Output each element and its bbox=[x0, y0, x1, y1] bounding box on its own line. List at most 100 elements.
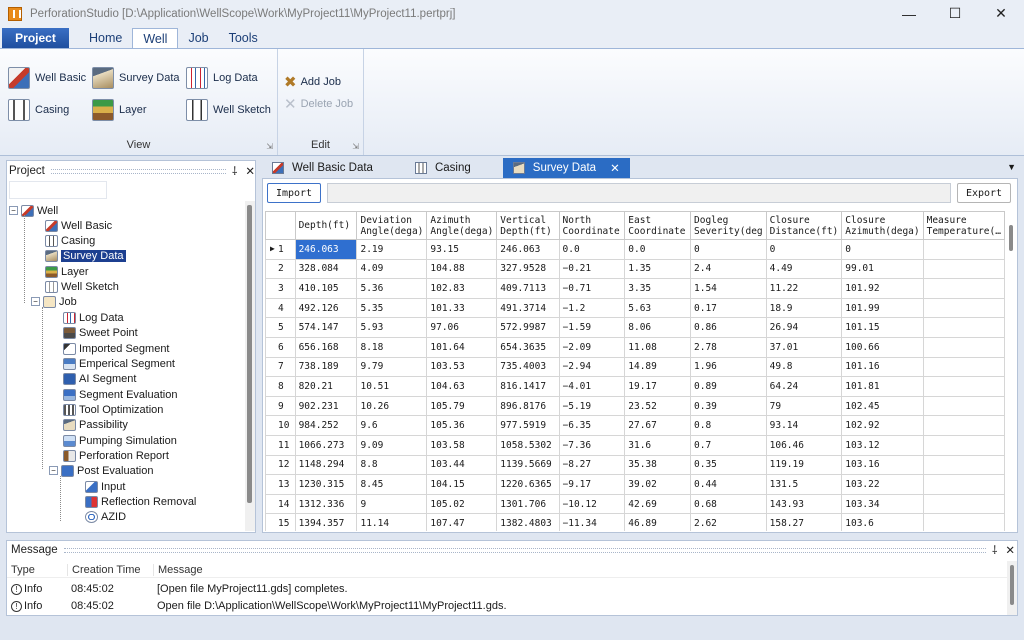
table-cell[interactable]: −1.59 bbox=[558, 317, 626, 338]
tree-node-ai-segment[interactable]: AI Segment bbox=[63, 371, 136, 386]
table-cell[interactable]: 10.51 bbox=[356, 376, 428, 397]
table-cell[interactable]: 102.45 bbox=[841, 395, 924, 417]
table-cell[interactable]: 102.83 bbox=[426, 278, 498, 299]
table-cell[interactable]: 9.09 bbox=[356, 434, 428, 456]
col-dogleg-severity[interactable]: Dogleg Severity(deg bbox=[690, 211, 767, 240]
close-button[interactable]: ✕ bbox=[978, 0, 1024, 27]
tab-well-basic-data[interactable]: Well Basic Data bbox=[262, 158, 383, 178]
message-scroll-thumb[interactable] bbox=[1010, 565, 1014, 605]
table-cell[interactable]: 0 bbox=[765, 239, 843, 260]
table-cell[interactable]: 1301.706 bbox=[496, 493, 560, 515]
table-cell[interactable]: 2.62 bbox=[690, 513, 767, 531]
col-measure-temperature[interactable]: Measure Temperature(… bbox=[922, 211, 1005, 240]
tree-node-pumping-simulation[interactable]: Pumping Simulation bbox=[63, 433, 177, 448]
import-button[interactable]: Import bbox=[267, 183, 321, 203]
message-row[interactable]: ! Info 08:45:02 [Open file MyProject11.g… bbox=[7, 581, 1007, 597]
export-button[interactable]: Export bbox=[957, 183, 1011, 203]
table-cell[interactable]: 896.8176 bbox=[496, 395, 560, 417]
tab-dropdown-icon[interactable]: ▼ bbox=[1007, 162, 1016, 172]
close-tab-icon[interactable]: ✕ bbox=[610, 161, 620, 175]
tree-node-input[interactable]: Input bbox=[85, 479, 125, 494]
tree-node-passibility[interactable]: Passibility bbox=[63, 417, 128, 432]
table-cell[interactable]: −1.2 bbox=[558, 297, 626, 319]
table-cell[interactable]: −4.01 bbox=[558, 376, 626, 397]
row-number[interactable]: 3 bbox=[265, 278, 296, 299]
table-cell[interactable]: 49.8 bbox=[765, 356, 843, 378]
table-cell[interactable]: 5.35 bbox=[356, 297, 428, 319]
table-cell[interactable]: 101.16 bbox=[841, 356, 924, 378]
msg-col-type[interactable]: Type bbox=[7, 564, 67, 576]
table-cell[interactable]: −11.34 bbox=[558, 513, 626, 531]
table-cell[interactable]: 11.08 bbox=[624, 336, 692, 358]
table-cell[interactable]: 0.86 bbox=[690, 317, 767, 338]
table-cell[interactable] bbox=[922, 376, 1005, 397]
table-cell[interactable]: 19.17 bbox=[624, 376, 692, 397]
table-cell[interactable]: 1382.4803 bbox=[496, 513, 560, 531]
col-closure-distance[interactable]: Closure Distance(ft) bbox=[765, 211, 843, 240]
table-row[interactable]: 8 820.21 10.51 104.63 816.1417 −4.01 19.17 0.89… bbox=[265, 376, 1005, 397]
row-number[interactable]: 6 bbox=[265, 336, 296, 358]
col-north-coordinate[interactable]: North Coordinate bbox=[558, 211, 626, 240]
table-row[interactable]: 9 902.231 10.26 105.79 896.8176 −5.19 23.52 0.3… bbox=[265, 395, 1005, 417]
table-cell[interactable]: 99.01 bbox=[841, 258, 924, 280]
table-cell[interactable]: 11.22 bbox=[765, 278, 843, 299]
tab-casing[interactable]: Casing bbox=[405, 158, 481, 178]
table-cell[interactable]: 103.22 bbox=[841, 474, 924, 495]
table-cell[interactable]: 738.189 bbox=[294, 356, 358, 378]
table-cell[interactable] bbox=[922, 474, 1005, 495]
table-row[interactable]: 5 574.147 5.93 97.06 572.9987 −1.59 8.06 0.86 26… bbox=[265, 317, 1005, 338]
tree-node-reflection-removal[interactable]: Reflection Removal bbox=[85, 494, 196, 509]
table-cell[interactable]: 1.54 bbox=[690, 278, 767, 299]
table-cell[interactable]: 158.27 bbox=[765, 513, 843, 531]
table-cell[interactable]: 0.89 bbox=[690, 376, 767, 397]
tree-node-imported-segment[interactable]: Imported Segment bbox=[63, 341, 170, 356]
table-cell[interactable]: 9.6 bbox=[356, 415, 428, 436]
table-cell[interactable]: 103.12 bbox=[841, 434, 924, 456]
table-cell[interactable]: 9 bbox=[356, 493, 428, 515]
table-cell[interactable]: 64.24 bbox=[765, 376, 843, 397]
table-cell[interactable]: 1220.6365 bbox=[496, 474, 560, 495]
table-cell[interactable]: 327.9528 bbox=[496, 258, 560, 280]
table-cell[interactable]: 0.35 bbox=[690, 454, 767, 476]
table-cell[interactable]: 97.06 bbox=[426, 317, 498, 338]
table-cell[interactable]: 0.8 bbox=[690, 415, 767, 436]
table-cell[interactable]: −2.94 bbox=[558, 356, 626, 378]
table-cell[interactable]: 8.8 bbox=[356, 454, 428, 476]
table-cell[interactable]: 0.44 bbox=[690, 474, 767, 495]
row-number[interactable]: 8 bbox=[265, 376, 296, 397]
minimize-button[interactable]: — bbox=[886, 0, 932, 27]
table-cell[interactable] bbox=[922, 336, 1005, 358]
table-cell[interactable]: 103.44 bbox=[426, 454, 498, 476]
col-vertical-depth[interactable]: Vertical Depth(ft) bbox=[496, 211, 560, 240]
table-cell[interactable]: 103.16 bbox=[841, 454, 924, 476]
table-cell[interactable] bbox=[922, 395, 1005, 417]
table-cell[interactable]: 39.02 bbox=[624, 474, 692, 495]
table-row[interactable]: 14 1312.336 9 105.02 1301.706 −10.12 42.69 0.68… bbox=[265, 493, 1005, 515]
table-cell[interactable]: 0.0 bbox=[624, 239, 692, 260]
table-cell[interactable] bbox=[922, 356, 1005, 378]
table-cell[interactable] bbox=[922, 258, 1005, 280]
row-number[interactable]: ▶ 1 bbox=[265, 239, 296, 260]
row-number[interactable]: 10 bbox=[265, 415, 296, 436]
table-cell[interactable]: 0.17 bbox=[690, 297, 767, 319]
tab-job[interactable]: Job bbox=[178, 28, 218, 48]
well-sketch-button[interactable]: Well Sketch bbox=[186, 97, 271, 123]
table-cell[interactable]: −5.19 bbox=[558, 395, 626, 417]
table-cell[interactable]: 101.33 bbox=[426, 297, 498, 319]
msg-col-message[interactable]: Message bbox=[153, 563, 753, 576]
table-cell[interactable]: 42.69 bbox=[624, 493, 692, 515]
tab-well[interactable]: Well bbox=[132, 28, 179, 48]
import-path-field[interactable] bbox=[327, 183, 951, 203]
table-cell[interactable]: 131.5 bbox=[765, 474, 843, 495]
tree-node-survey-data[interactable]: Survey Data bbox=[45, 248, 126, 263]
table-cell[interactable]: 104.88 bbox=[426, 258, 498, 280]
table-cell[interactable] bbox=[922, 454, 1005, 476]
table-cell[interactable]: 1066.273 bbox=[294, 434, 358, 456]
table-cell[interactable]: 1058.5302 bbox=[496, 434, 560, 456]
table-cell[interactable]: 106.46 bbox=[765, 434, 843, 456]
table-cell[interactable]: 102.92 bbox=[841, 415, 924, 436]
table-cell[interactable]: 8.45 bbox=[356, 474, 428, 495]
table-cell[interactable]: 977.5919 bbox=[496, 415, 560, 436]
delete-job-button[interactable]: ✕ Delete Job bbox=[284, 91, 353, 117]
table-cell[interactable]: 1312.336 bbox=[294, 493, 358, 515]
